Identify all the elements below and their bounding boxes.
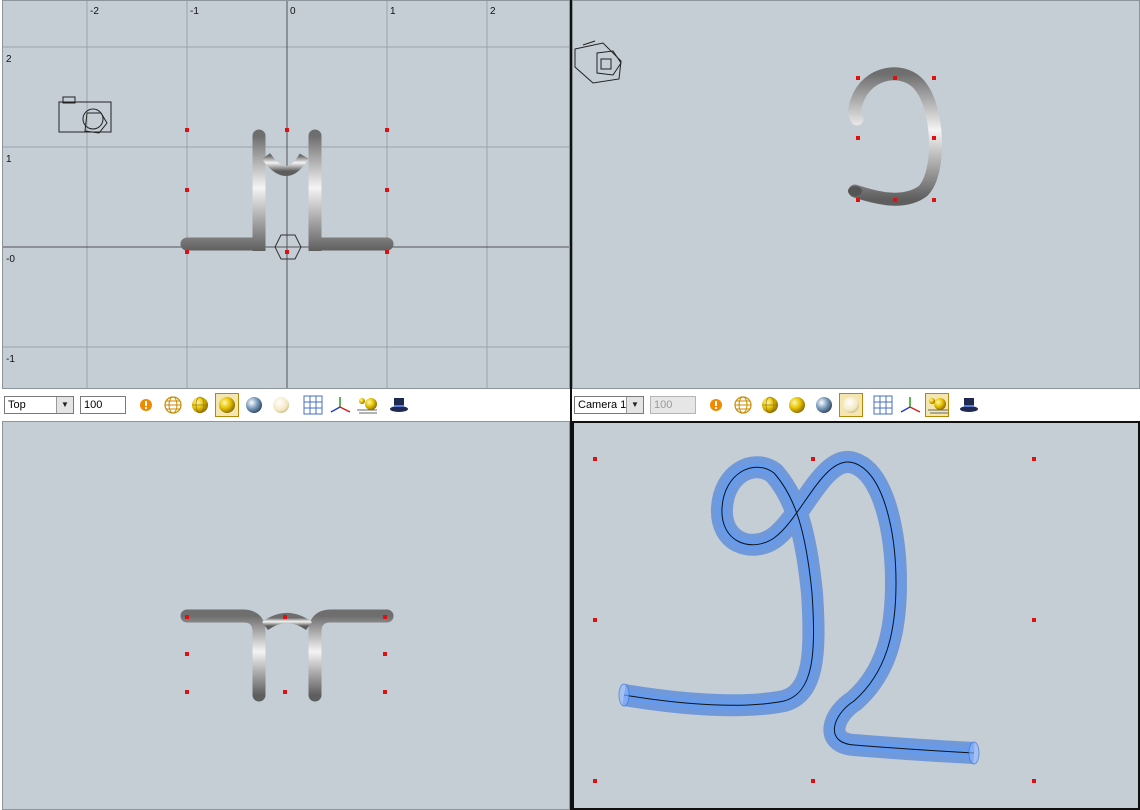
- viewport-side[interactable]: [572, 0, 1140, 389]
- camera-view-canvas: [593, 451, 1036, 783]
- viewport-camera[interactable]: [572, 421, 1140, 810]
- chevron-down-icon[interactable]: ▼: [626, 397, 643, 413]
- grid-icon[interactable]: [871, 393, 895, 417]
- lights-icon[interactable]: [355, 393, 379, 417]
- x-tick-label: -1: [190, 6, 199, 17]
- top-view-canvas: -2 -1 0 1 2 2 1 -0 -1: [3, 1, 569, 388]
- render-hat-icon[interactable]: [957, 393, 981, 417]
- x-tick-label: 0: [290, 6, 296, 17]
- alert-icon[interactable]: [134, 393, 158, 417]
- camera-icon[interactable]: [58, 96, 112, 134]
- zoom-input: 100: [650, 396, 696, 414]
- left-viewport-toolbar: Top ▼ 100: [2, 390, 570, 420]
- y-tick-label: -1: [6, 354, 15, 365]
- y-tick-label: -0: [6, 254, 15, 265]
- light-sphere-icon[interactable]: [269, 393, 293, 417]
- axes-icon[interactable]: [898, 393, 922, 417]
- metal-sphere-icon[interactable]: [812, 393, 836, 417]
- axes-icon[interactable]: [328, 393, 352, 417]
- view-select-value: Camera 1: [578, 399, 627, 411]
- flat-shaded-sphere-icon[interactable]: [758, 393, 782, 417]
- y-tick-label: 2: [6, 54, 12, 65]
- view-select-value: Top: [8, 399, 26, 411]
- view-select[interactable]: Camera 1 ▼: [574, 396, 644, 414]
- viewport-front[interactable]: [2, 421, 570, 810]
- tube-object[interactable]: [180, 609, 394, 702]
- smooth-shaded-sphere-icon[interactable]: [785, 393, 809, 417]
- alert-icon[interactable]: [704, 393, 728, 417]
- x-tick-label: -2: [90, 6, 99, 17]
- metal-sphere-icon[interactable]: [242, 393, 266, 417]
- x-tick-label: 1: [390, 6, 396, 17]
- front-view-canvas: [180, 609, 394, 702]
- tube-object[interactable]: [848, 67, 943, 206]
- side-view-canvas: [574, 40, 943, 206]
- render-hat-icon[interactable]: [387, 393, 411, 417]
- right-viewport-toolbar: Camera 1 ▼ 100: [572, 390, 1140, 420]
- tube-object[interactable]: [618, 451, 980, 765]
- zoom-input[interactable]: 100: [80, 396, 126, 414]
- wireframe-sphere-icon[interactable]: [161, 393, 185, 417]
- viewport-top[interactable]: -2 -1 0 1 2 2 1 -0 -1: [2, 0, 570, 389]
- flat-shaded-sphere-icon[interactable]: [188, 393, 212, 417]
- x-tick-label: 2: [490, 6, 496, 17]
- camera-icon[interactable]: [574, 40, 622, 84]
- control-points[interactable]: [185, 615, 387, 694]
- smooth-shaded-sphere-icon[interactable]: [215, 393, 239, 417]
- axis-lines: [3, 1, 569, 388]
- tube-end-cap: [848, 186, 862, 196]
- grid-lines: [3, 1, 569, 388]
- wireframe-sphere-icon[interactable]: [731, 393, 755, 417]
- grid-icon[interactable]: [301, 393, 325, 417]
- view-select[interactable]: Top ▼: [4, 396, 74, 414]
- light-sphere-icon[interactable]: [839, 393, 863, 417]
- y-tick-label: 1: [6, 154, 12, 165]
- lights-icon[interactable]: [925, 393, 949, 417]
- chevron-down-icon[interactable]: ▼: [56, 397, 73, 413]
